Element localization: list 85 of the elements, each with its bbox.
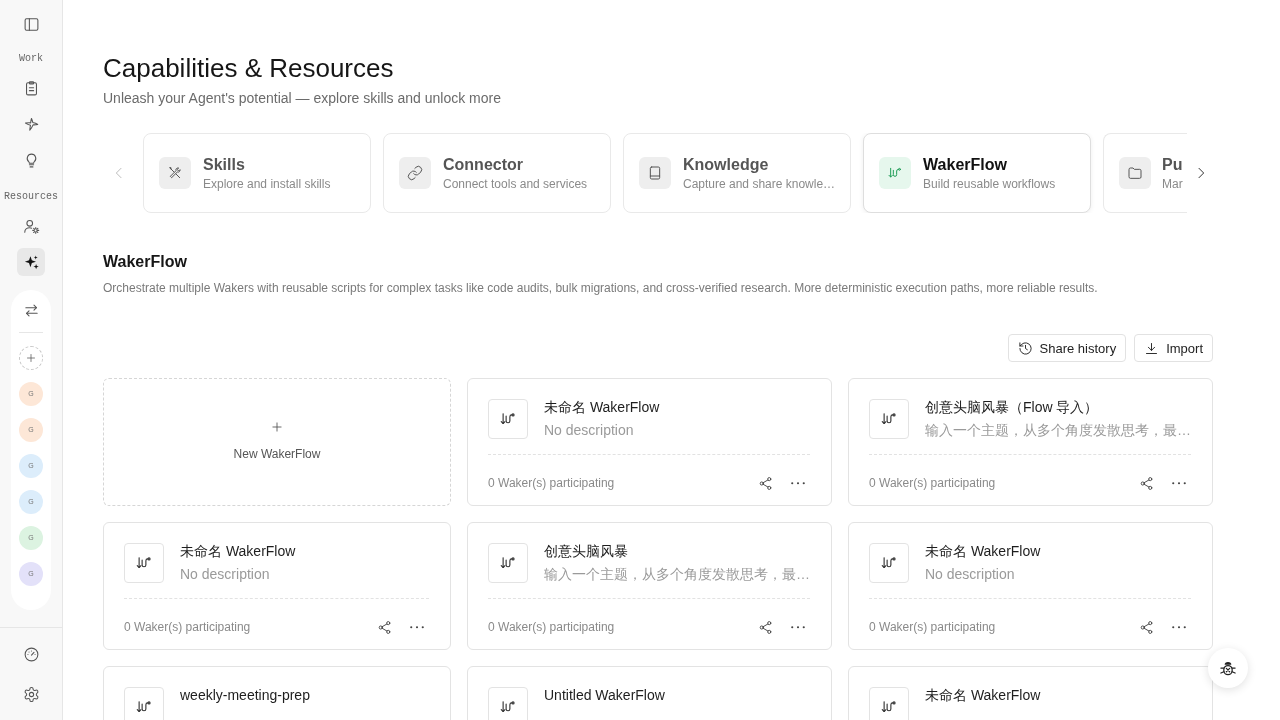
new-workflow-card[interactable]: New WakerFlow	[103, 378, 451, 506]
category-description: Connect tools and services	[443, 175, 588, 192]
workflow-icon	[869, 399, 909, 439]
workflow-card[interactable]: 未命名 WakerFlow	[848, 666, 1213, 720]
workflow-description: 输入一个主题，从多个角度发散思考，最…	[544, 565, 810, 584]
workflow-card[interactable]: 未命名 WakerFlow No description 0 Waker(s) participating	[467, 378, 832, 506]
participants-count: 0 Waker(s) participating	[124, 619, 251, 636]
workflow-card[interactable]: 创意头脑风暴 输入一个主题，从多个角度发散思考，最… 0 Waker(s) participating	[467, 522, 832, 650]
category-card[interactable]: Pu Mar	[1103, 133, 1187, 213]
workflow-card[interactable]: 创意头脑风暴（Flow 导入） 输入一个主题，从多个角度发散思考，最… 0 Waker(s) participating	[848, 378, 1213, 506]
workflow-icon	[879, 157, 912, 189]
category-description: Explore and install skills	[203, 175, 331, 192]
section-description: Orchestrate multiple Wakers with reusable scripts for complex tasks like code audits, bulk migrations, and cross-verified research. More deterministic execution paths, more reliable results.	[103, 280, 1099, 297]
more-icon	[791, 481, 805, 485]
user-gear-icon	[22, 217, 40, 235]
bug-report-button[interactable]	[1208, 648, 1248, 688]
category-title: WakerFlow	[923, 154, 1008, 175]
workflow-title: weekly-meeting-prep	[180, 686, 310, 705]
settings-icon	[22, 685, 40, 703]
category-title: Connector	[443, 154, 524, 175]
page-subtitle: Unleash your Agent's potential — explore skills and unlock more	[103, 89, 502, 108]
download-icon	[1144, 340, 1160, 356]
folder-icon	[1119, 157, 1152, 189]
workflow-icon	[488, 543, 528, 583]
share-icon	[376, 619, 392, 635]
workflow-card[interactable]: 未命名 WakerFlow No description 0 Waker(s) participating	[848, 522, 1213, 650]
workflow-description: No description	[544, 421, 635, 440]
participants-count: 0 Waker(s) participating	[869, 475, 996, 492]
category-card[interactable]: WakerFlow Build reusable workflows	[863, 133, 1092, 213]
workflow-card[interactable]: Untitled WakerFlow	[467, 666, 832, 720]
more-icon	[791, 625, 805, 629]
workflow-icon	[869, 687, 909, 720]
sidebar-section-label: Work	[19, 52, 43, 66]
workflow-card[interactable]: 未命名 WakerFlow No description 0 Waker(s) participating	[103, 522, 451, 650]
workflow-title: 创意头脑风暴	[544, 542, 629, 561]
more-icon	[1172, 481, 1186, 485]
workflow-title: 未命名 WakerFlow	[180, 542, 296, 561]
participants-count: 0 Waker(s) participating	[488, 475, 615, 492]
workflow-description: No description	[180, 565, 271, 584]
category-card[interactable]: Skills Explore and install skills	[143, 133, 371, 213]
link-icon	[399, 157, 431, 189]
workflow-title: 创意头脑风暴（Flow 导入）	[925, 398, 1100, 417]
category-card[interactable]: Knowledge Capture and share knowle…	[623, 133, 852, 213]
workflow-icon	[124, 543, 164, 583]
workflow-title: 未命名 WakerFlow	[925, 542, 1041, 561]
category-title: Knowledge	[683, 154, 770, 175]
tools-icon	[159, 157, 191, 189]
share-icon	[1138, 619, 1154, 635]
participants-count: 0 Waker(s) participating	[488, 619, 615, 636]
workflow-title: 未命名 WakerFlow	[925, 686, 1041, 705]
more-icon	[1172, 625, 1186, 629]
workflow-icon	[124, 687, 164, 720]
share-icon	[757, 619, 773, 635]
workflow-title: 未命名 WakerFlow	[544, 398, 660, 417]
participants-count: 0 Waker(s) participating	[869, 619, 996, 636]
page-title: Capabilities & Resources	[103, 52, 395, 84]
workflow-card[interactable]: weekly-meeting-prep	[103, 666, 451, 720]
category-description: Build reusable workflows	[923, 175, 1056, 192]
more-icon	[410, 625, 424, 629]
category-card[interactable]: Connector Connect tools and services	[383, 133, 611, 213]
share-history-button[interactable]: Share history	[1007, 334, 1127, 362]
import-button[interactable]: Import	[1134, 334, 1213, 362]
sidebar-section-label: Resources	[4, 190, 58, 204]
workflow-description: 输入一个主题，从多个角度发散思考，最…	[925, 421, 1191, 440]
book-icon	[639, 157, 671, 189]
sparkles-icon	[22, 253, 40, 271]
sidebar-toggle-icon	[22, 15, 40, 33]
category-description: Capture and share knowle…	[683, 175, 836, 192]
category-description: Mar	[1162, 175, 1183, 192]
workflow-title: Untitled WakerFlow	[544, 686, 665, 705]
plus-icon	[270, 420, 284, 434]
workflow-icon	[488, 399, 528, 439]
gauge-icon	[22, 645, 40, 663]
star-icon	[22, 115, 40, 133]
workflow-description: No description	[925, 565, 1016, 584]
sidebar-nav-item[interactable]	[17, 248, 45, 276]
plus-icon	[25, 352, 37, 364]
workflow-icon	[488, 687, 528, 720]
section-title: WakerFlow	[103, 252, 188, 272]
category-title: Skills	[203, 154, 246, 175]
share-icon	[757, 475, 773, 491]
share-icon	[1138, 475, 1154, 491]
history-icon	[1017, 340, 1033, 356]
category-title: Pu	[1162, 154, 1183, 175]
workflow-icon	[869, 543, 909, 583]
